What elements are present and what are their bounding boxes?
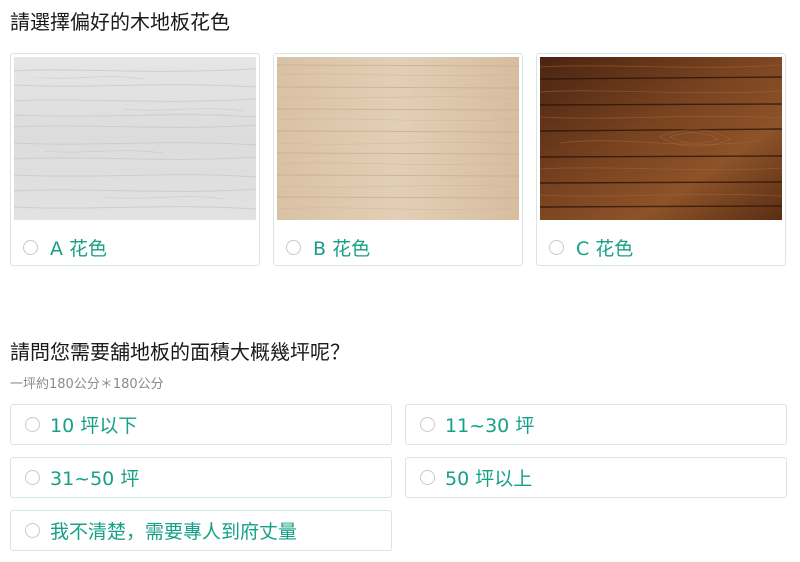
- radio-button[interactable]: [420, 417, 435, 432]
- option-label: 50 坪以上: [445, 468, 533, 490]
- option-card-b[interactable]: B 花色: [273, 53, 523, 266]
- option-c-label: C 花色: [576, 238, 634, 260]
- option-b[interactable]: B 花色: [286, 234, 370, 261]
- option-label: 10 坪以下: [50, 415, 138, 437]
- radio-button[interactable]: [25, 417, 40, 432]
- radio-button-c[interactable]: [549, 240, 564, 255]
- swatch-image-dark-walnut[interactable]: [540, 57, 782, 220]
- radio-button[interactable]: [25, 523, 40, 538]
- option-b-label: B 花色: [313, 238, 371, 260]
- radio-button-b[interactable]: [286, 240, 301, 255]
- option-area-under-10[interactable]: 10 坪以下: [10, 404, 392, 445]
- option-a-label: A 花色: [50, 238, 108, 260]
- option-label: 我不清楚，需要專人到府丈量: [50, 521, 298, 543]
- option-area-over-50[interactable]: 50 坪以上: [405, 457, 787, 498]
- question-title-floor-area: 請問您需要舖地板的面積大概幾坪呢？: [10, 340, 350, 364]
- option-area-31-50[interactable]: 31~50 坪: [10, 457, 392, 498]
- question-title-floor-color: 請選擇偏好的木地板花色: [10, 10, 230, 34]
- option-card-a[interactable]: A 花色: [10, 53, 260, 266]
- option-label: 11~30 坪: [445, 415, 535, 437]
- option-label: 31~50 坪: [50, 468, 140, 490]
- option-c[interactable]: C 花色: [549, 234, 633, 261]
- radio-button-a[interactable]: [23, 240, 38, 255]
- option-card-c[interactable]: C 花色: [536, 53, 786, 266]
- option-area-unsure[interactable]: 我不清楚，需要專人到府丈量: [10, 510, 392, 551]
- radio-button[interactable]: [25, 470, 40, 485]
- question-hint: 一坪約180公分＊180公分: [10, 377, 164, 392]
- swatch-image-white-oak[interactable]: [14, 57, 256, 220]
- radio-button[interactable]: [420, 470, 435, 485]
- option-a[interactable]: A 花色: [23, 234, 107, 261]
- swatch-image-light-ash[interactable]: [277, 57, 519, 220]
- option-area-11-30[interactable]: 11~30 坪: [405, 404, 787, 445]
